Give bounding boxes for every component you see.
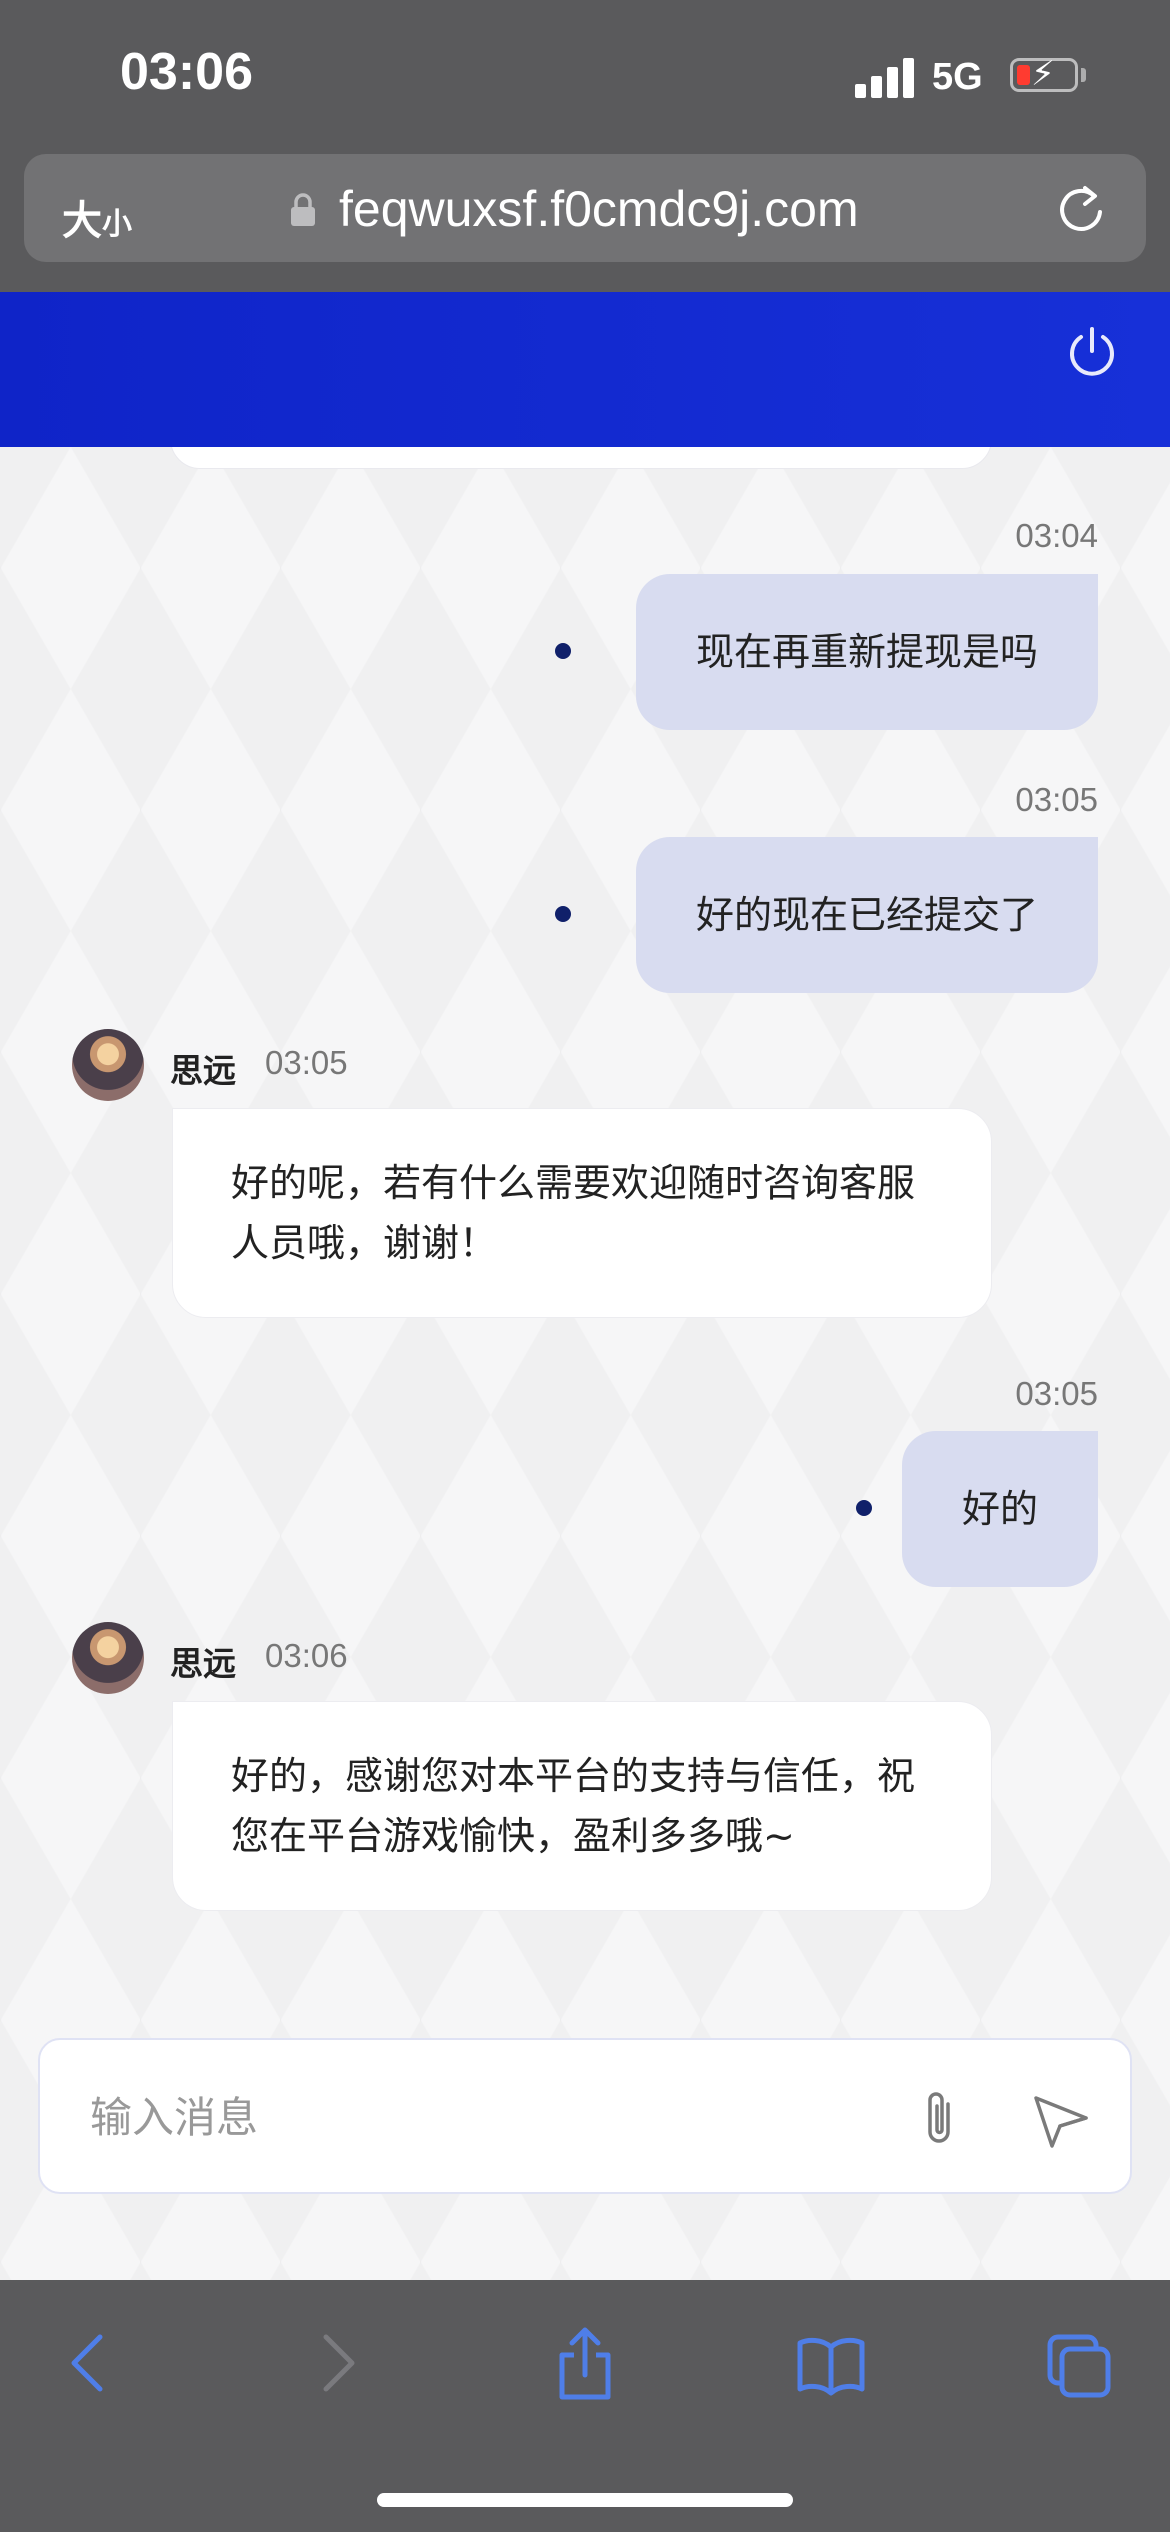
read-indicator bbox=[555, 643, 571, 659]
agent-avatar bbox=[72, 1029, 144, 1101]
composer-area bbox=[0, 2000, 1170, 2280]
tabs-icon[interactable] bbox=[1044, 2325, 1114, 2401]
forward-icon bbox=[323, 2334, 355, 2392]
battery-icon: ⚡ bbox=[1010, 54, 1078, 94]
url-text[interactable]: feqwuxsf.f0cmdc9j.com bbox=[339, 180, 859, 238]
outgoing-message[interactable]: 好的 bbox=[901, 1431, 1098, 1587]
network-type: 5G bbox=[932, 56, 983, 98]
send-icon[interactable] bbox=[1030, 2090, 1092, 2150]
browser-toolbar bbox=[0, 2280, 1170, 2532]
charging-bolt-icon: ⚡ bbox=[1031, 54, 1055, 94]
message-input[interactable] bbox=[88, 2080, 852, 2154]
message-time: 03:04 bbox=[1015, 517, 1098, 554]
message-time: 03:05 bbox=[1015, 781, 1098, 818]
incoming-message[interactable]: 好的，感谢您对本平台的支持与信任，祝您在平台游戏愉快，盈利多多哦~ bbox=[172, 1701, 992, 1911]
message-composer bbox=[38, 2038, 1132, 2194]
attachment-icon[interactable] bbox=[910, 2086, 970, 2152]
sender-name: 思远 bbox=[170, 1644, 236, 1683]
previous-message-bubble bbox=[170, 447, 992, 469]
agent-avatar bbox=[72, 1622, 144, 1694]
message-time: 03:05 bbox=[265, 1044, 348, 1081]
share-icon[interactable] bbox=[550, 2325, 620, 2401]
outgoing-message[interactable]: 现在再重新提现是吗 bbox=[635, 574, 1098, 730]
bookmarks-icon[interactable] bbox=[796, 2325, 866, 2401]
reload-icon[interactable] bbox=[1054, 182, 1108, 236]
status-bar: 03:06 5G ⚡ bbox=[0, 0, 1170, 150]
address-bar[interactable]: 大小 feqwuxsf.f0cmdc9j.com bbox=[24, 154, 1146, 262]
status-time: 03:06 bbox=[120, 43, 253, 101]
incoming-message[interactable]: 好的呢，若有什么需要欢迎随时咨询客服人员哦，谢谢！ bbox=[172, 1108, 992, 1318]
browser-address-area: 大小 feqwuxsf.f0cmdc9j.com bbox=[0, 150, 1170, 292]
cellular-signal-icon bbox=[855, 58, 917, 98]
sender-name: 思远 bbox=[170, 1051, 236, 1090]
back-icon[interactable] bbox=[52, 2325, 122, 2401]
read-indicator bbox=[555, 906, 571, 922]
read-indicator bbox=[856, 1500, 872, 1516]
power-icon[interactable] bbox=[1062, 322, 1122, 382]
home-indicator bbox=[377, 2493, 793, 2507]
message-time: 03:06 bbox=[265, 1637, 348, 1674]
text-size-button[interactable]: 大小 bbox=[62, 188, 132, 246]
chat-header bbox=[0, 292, 1170, 447]
message-time: 03:05 bbox=[1015, 1375, 1098, 1412]
outgoing-message[interactable]: 好的现在已经提交了 bbox=[635, 837, 1098, 993]
lock-icon bbox=[291, 193, 315, 226]
